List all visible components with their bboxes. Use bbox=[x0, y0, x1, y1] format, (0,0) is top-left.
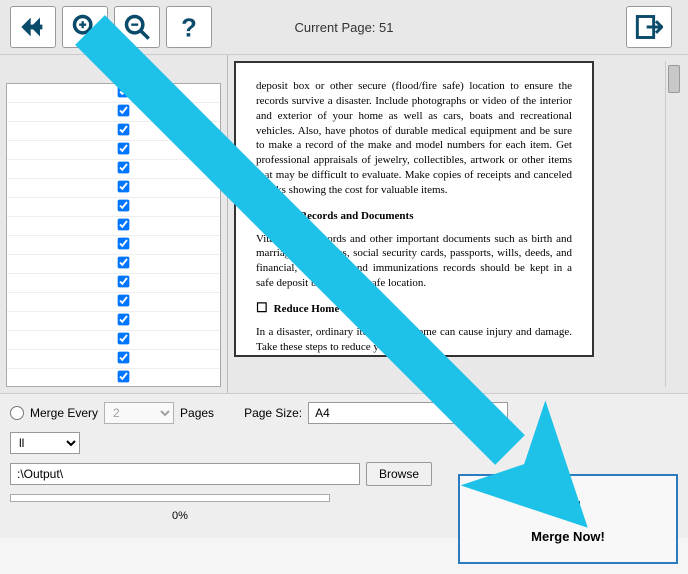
zoom-out-button[interactable] bbox=[114, 6, 160, 48]
help-icon: ? bbox=[175, 13, 203, 41]
merge-document-icon bbox=[552, 495, 584, 523]
zoom-in-icon bbox=[71, 13, 99, 41]
list-item[interactable] bbox=[7, 293, 220, 312]
merge-every-label: Merge Every bbox=[30, 406, 98, 420]
small-dropdown[interactable]: ll bbox=[10, 432, 80, 454]
list-item[interactable] bbox=[7, 255, 220, 274]
document-preview: deposit box or other secure (flood/fire … bbox=[234, 61, 594, 357]
progress-percent: 0% bbox=[10, 510, 350, 522]
list-item[interactable] bbox=[7, 312, 220, 331]
list-item[interactable] bbox=[7, 331, 220, 350]
preview-section-title: Reduce Home Hazards bbox=[256, 299, 572, 317]
list-item[interactable] bbox=[7, 141, 220, 160]
page-size-label: Page Size: bbox=[244, 406, 302, 420]
list-item[interactable] bbox=[7, 179, 220, 198]
list-item[interactable] bbox=[7, 103, 220, 122]
list-item[interactable] bbox=[7, 84, 220, 103]
browse-button[interactable]: Browse bbox=[366, 462, 432, 486]
scrollbar-thumb[interactable] bbox=[668, 65, 680, 93]
preview-paragraph: Vital family records and other important… bbox=[256, 232, 572, 291]
list-item[interactable] bbox=[7, 198, 220, 217]
current-page-label: Current Page: 51 bbox=[294, 20, 393, 35]
svg-text:?: ? bbox=[181, 14, 197, 41]
back-button[interactable] bbox=[10, 6, 56, 48]
zoom-in-button[interactable] bbox=[62, 6, 108, 48]
content-area: Merge deposit box or other secure (flood… bbox=[0, 55, 688, 393]
exit-button[interactable] bbox=[626, 6, 672, 48]
list-item[interactable] bbox=[7, 160, 220, 179]
merge-every-select[interactable]: 2 bbox=[104, 402, 174, 424]
preview-paragraph: In a disaster, ordinary items in the hom… bbox=[256, 325, 572, 355]
preview-paragraph: deposit box or other secure (flood/fire … bbox=[256, 79, 572, 198]
preview-panel: deposit box or other secure (flood/fire … bbox=[228, 55, 688, 393]
exit-icon bbox=[635, 13, 663, 41]
zoom-out-icon bbox=[123, 13, 151, 41]
merge-every-radio[interactable] bbox=[10, 406, 24, 420]
pages-label: Pages bbox=[180, 406, 214, 420]
list-item[interactable] bbox=[7, 369, 220, 387]
output-path-input[interactable] bbox=[10, 463, 360, 485]
list-item[interactable] bbox=[7, 217, 220, 236]
left-panel-header: Merge bbox=[6, 61, 221, 83]
left-panel: Merge bbox=[0, 55, 228, 393]
merge-checklist[interactable] bbox=[6, 83, 221, 387]
help-button[interactable]: ? bbox=[166, 6, 212, 48]
merge-now-label: Merge Now! bbox=[531, 529, 605, 544]
preview-section-title: Vital Records and Documents bbox=[256, 206, 572, 224]
list-item[interactable] bbox=[7, 350, 220, 369]
merge-now-button[interactable]: Merge Now! bbox=[458, 474, 678, 564]
toolbar: ? Current Page: 51 bbox=[0, 0, 688, 55]
list-item[interactable] bbox=[7, 122, 220, 141]
preview-scrollbar[interactable] bbox=[665, 61, 682, 387]
back-arrows-icon bbox=[19, 13, 47, 41]
progress-bar bbox=[10, 494, 330, 502]
page-size-input[interactable] bbox=[308, 402, 508, 424]
list-item[interactable] bbox=[7, 236, 220, 255]
list-item[interactable] bbox=[7, 274, 220, 293]
